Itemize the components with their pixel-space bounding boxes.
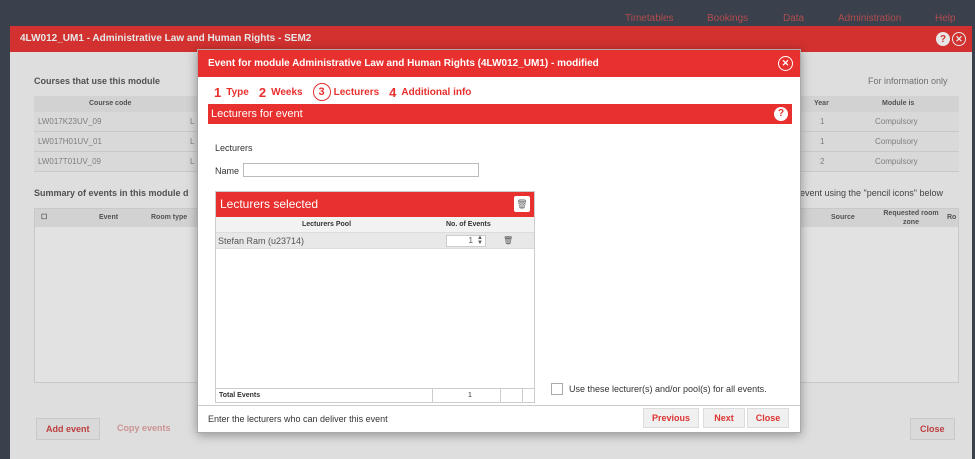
dialog-title: Event for module Administrative Law and … (198, 50, 800, 77)
lecturers-table-header: Lecturers Pool No. of Events (216, 217, 534, 233)
step-additional-info[interactable]: 4 Additional info (389, 85, 471, 100)
next-button[interactable]: Next (703, 408, 745, 428)
delete-all-icon[interactable]: 🗑 (514, 196, 530, 212)
col-no-of-events: No. of Events (446, 221, 491, 228)
lecturers-label: Lecturers (215, 143, 253, 153)
use-for-all-label: Use these lecturer(s) and/or pool(s) for… (569, 384, 767, 394)
step-weeks[interactable]: 2 Weeks (259, 85, 303, 100)
panel-title: Lecturers selected 🗑 (216, 192, 534, 217)
name-input[interactable] (243, 163, 479, 177)
wizard-steps: 1 Type 2 Weeks 3 Lecturers 4 Additional … (214, 83, 481, 101)
event-dialog: Event for module Administrative Law and … (197, 49, 801, 433)
step-type[interactable]: 1 Type (214, 85, 249, 100)
lecturer-name: Stefan Ram (u23714) (218, 236, 305, 246)
footer-divider (198, 405, 800, 406)
close-icon[interactable]: ✕ (778, 56, 793, 71)
help-icon[interactable]: ? (774, 107, 788, 121)
name-label: Name (215, 166, 240, 176)
divider (500, 389, 501, 403)
close-button[interactable]: Close (747, 408, 789, 428)
divider (522, 389, 523, 403)
events-stepper[interactable]: 1 ▲ ▼ (446, 235, 486, 247)
delete-row-icon[interactable]: 🗑 (503, 236, 513, 245)
total-events-label: Total Events (219, 392, 261, 399)
previous-button[interactable]: Previous (643, 408, 699, 428)
table-row[interactable]: Stefan Ram (u23714) 1 ▲ ▼ 🗑 (216, 233, 534, 249)
section-header: Lecturers for event ? (208, 104, 792, 124)
stepper-arrows-icon[interactable]: ▲ ▼ (477, 235, 483, 246)
total-events-row: Total Events 1 (216, 388, 534, 403)
divider (432, 389, 433, 403)
use-for-all-checkbox[interactable] (551, 383, 563, 395)
lecturers-selected-panel: Lecturers selected 🗑 Lecturers Pool No. … (215, 191, 535, 403)
col-lecturers-pool: Lecturers Pool (302, 221, 352, 228)
step-lecturers[interactable]: 3 Lecturers (312, 83, 379, 101)
footer-note: Enter the lecturers who can deliver this… (208, 414, 388, 424)
total-events-value: 1 (468, 392, 472, 399)
